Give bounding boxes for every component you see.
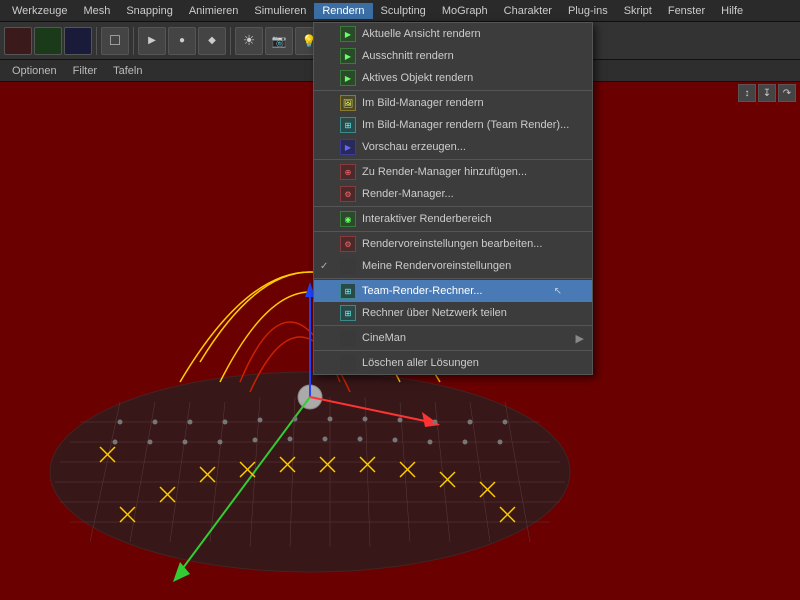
dropdown-icon-ausschnitt: ▶ bbox=[340, 48, 356, 64]
play-button[interactable]: ▶ bbox=[138, 27, 166, 55]
dropdown-item-ausschnitt[interactable]: ▶ Ausschnitt rendern bbox=[314, 45, 592, 67]
viewport-move-ctrl[interactable]: ↕ bbox=[738, 84, 756, 102]
toolbar-sep-3 bbox=[230, 27, 231, 55]
dropdown-icon-bild-manager: 🖼 bbox=[340, 95, 356, 111]
dropdown-submenu-arrow-cineman: ▶ bbox=[576, 332, 584, 345]
dropdown-icon-aktuelle-ansicht: ▶ bbox=[340, 26, 356, 42]
dropdown-item-team-render-bild[interactable]: ⊞ Im Bild-Manager rendern (Team Render)..… bbox=[314, 114, 592, 136]
axis-z-button[interactable] bbox=[64, 27, 92, 55]
dropdown-label-meine-render: Meine Rendervoreinstellungen bbox=[362, 260, 584, 272]
dropdown-label-render-manager: Render-Manager... bbox=[362, 188, 584, 200]
dropdown-check-meine-render: ✓ bbox=[320, 261, 334, 272]
menu-item-snapping[interactable]: Snapping bbox=[118, 3, 181, 19]
dropdown-sep-3 bbox=[314, 90, 592, 91]
render-btn[interactable]: ☀ bbox=[235, 27, 263, 55]
menu-bar: WerkzeugeMeshSnappingAnimierenSimulieren… bbox=[0, 0, 800, 22]
dropdown-icon-rechner-netzwerk: ⊞ bbox=[340, 305, 356, 321]
dropdown-item-render-manager[interactable]: ⚙ Render-Manager... bbox=[314, 183, 592, 205]
dropdown-label-rendervoreinstellungen: Rendervoreinstellungen bearbeiten... bbox=[362, 238, 584, 250]
dropdown-item-zu-render-manager[interactable]: ⊕ Zu Render-Manager hinzufügen... bbox=[314, 161, 592, 183]
dropdown-item-interaktiver[interactable]: ◉ Interaktiver Renderbereich bbox=[314, 208, 592, 230]
menu-item-charakter[interactable]: Charakter bbox=[496, 3, 560, 19]
menu-item-skript[interactable]: Skript bbox=[616, 3, 660, 19]
record-button[interactable]: ● bbox=[168, 27, 196, 55]
toolbar2-item-filter[interactable]: Filter bbox=[65, 63, 105, 79]
dropdown-sep-20 bbox=[314, 350, 592, 351]
dropdown-icon-aktives-objekt: ▶ bbox=[340, 70, 356, 86]
menu-item-mograph[interactable]: MoGraph bbox=[434, 3, 496, 19]
dropdown-label-zu-render-manager: Zu Render-Manager hinzufügen... bbox=[362, 166, 584, 178]
menu-item-mesh[interactable]: Mesh bbox=[75, 3, 118, 19]
dropdown-sep-12 bbox=[314, 231, 592, 232]
dropdown-sep-10 bbox=[314, 206, 592, 207]
dropdown-label-loeschen: Löschen aller Lösungen bbox=[362, 357, 584, 369]
dropdown-item-team-render-rechner[interactable]: ⊞ Team-Render-Rechner...↖ bbox=[314, 280, 592, 302]
menu-item-fenster[interactable]: Fenster bbox=[660, 3, 713, 19]
dropdown-icon-loeschen bbox=[340, 355, 356, 371]
toolbar-sep-1 bbox=[96, 27, 97, 55]
menu-item-hilfe[interactable]: Hilfe bbox=[713, 3, 751, 19]
menu-item-simulieren[interactable]: Simulieren bbox=[246, 3, 314, 19]
menu-item-rendern[interactable]: Rendern bbox=[314, 3, 372, 19]
dropdown-item-rechner-netzwerk[interactable]: ⊞ Rechner über Netzwerk teilen bbox=[314, 302, 592, 324]
dropdown-icon-cineman bbox=[340, 330, 356, 346]
dropdown-icon-interaktiver: ◉ bbox=[340, 211, 356, 227]
dropdown-label-aktives-objekt: Aktives Objekt rendern bbox=[362, 72, 584, 84]
axis-x-button[interactable] bbox=[4, 27, 32, 55]
object-button[interactable]: □ bbox=[101, 27, 129, 55]
menu-item-sculpting[interactable]: Sculpting bbox=[373, 3, 434, 19]
dropdown-icon-vorschau: ▶ bbox=[340, 139, 356, 155]
dropdown-icon-team-render-bild: ⊞ bbox=[340, 117, 356, 133]
dropdown-item-aktives-objekt[interactable]: ▶ Aktives Objekt rendern bbox=[314, 67, 592, 89]
camera-btn[interactable]: 📷 bbox=[265, 27, 293, 55]
dropdown-icon-team-render-rechner: ⊞ bbox=[340, 283, 356, 299]
dropdown-label-interaktiver: Interaktiver Renderbereich bbox=[362, 213, 584, 225]
menu-item-plugins[interactable]: Plug-ins bbox=[560, 3, 616, 19]
viewport-zoom-ctrl[interactable]: ↧ bbox=[758, 84, 776, 102]
dropdown-label-bild-manager: Im Bild-Manager rendern bbox=[362, 97, 584, 109]
keyframe-button[interactable]: ◆ bbox=[198, 27, 226, 55]
viewport-rotate-ctrl[interactable]: ↷ bbox=[778, 84, 796, 102]
cursor-indicator: ↖ bbox=[554, 286, 562, 297]
menu-item-werkzeuge[interactable]: Werkzeuge bbox=[4, 3, 75, 19]
dropdown-sep-7 bbox=[314, 159, 592, 160]
dropdown-icon-meine-render bbox=[340, 258, 356, 274]
dropdown-item-rendervoreinstellungen[interactable]: ⚙ Rendervoreinstellungen bearbeiten... bbox=[314, 233, 592, 255]
menu-item-animieren[interactable]: Animieren bbox=[181, 3, 247, 19]
axis-y-button[interactable] bbox=[34, 27, 62, 55]
dropdown-icon-zu-render-manager: ⊕ bbox=[340, 164, 356, 180]
dropdown-item-aktuelle-ansicht[interactable]: ▶ Aktuelle Ansicht rendern bbox=[314, 23, 592, 45]
dropdown-sep-15 bbox=[314, 278, 592, 279]
dropdown-icon-rendervoreinstellungen: ⚙ bbox=[340, 236, 356, 252]
toolbar2-item-optionen[interactable]: Optionen bbox=[4, 63, 65, 79]
dropdown-menu: ▶ Aktuelle Ansicht rendern ▶ Ausschnitt ren… bbox=[313, 22, 593, 375]
dropdown-item-cineman[interactable]: CineMan ▶ bbox=[314, 327, 592, 349]
dropdown-label-vorschau: Vorschau erzeugen... bbox=[362, 141, 584, 153]
dropdown-item-loeschen[interactable]: Löschen aller Lösungen bbox=[314, 352, 592, 374]
dropdown-label-aktuelle-ansicht: Aktuelle Ansicht rendern bbox=[362, 28, 584, 40]
dropdown-item-bild-manager[interactable]: 🖼 Im Bild-Manager rendern bbox=[314, 92, 592, 114]
dropdown-icon-render-manager: ⚙ bbox=[340, 186, 356, 202]
dropdown-label-ausschnitt: Ausschnitt rendern bbox=[362, 50, 584, 62]
viewport-controls: ↕ ↧ ↷ bbox=[738, 84, 796, 102]
toolbar-sep-2 bbox=[133, 27, 134, 55]
dropdown-label-team-render-bild: Im Bild-Manager rendern (Team Render)... bbox=[362, 119, 584, 131]
dropdown-label-team-render-rechner: Team-Render-Rechner... bbox=[362, 285, 584, 297]
dropdown-label-cineman: CineMan bbox=[362, 332, 570, 344]
dropdown-label-rechner-netzwerk: Rechner über Netzwerk teilen bbox=[362, 307, 584, 319]
dropdown-item-meine-render[interactable]: ✓ Meine Rendervoreinstellungen bbox=[314, 255, 592, 277]
toolbar2-item-tafeln[interactable]: Tafeln bbox=[105, 63, 150, 79]
dropdown-item-vorschau[interactable]: ▶ Vorschau erzeugen... bbox=[314, 136, 592, 158]
dropdown-sep-18 bbox=[314, 325, 592, 326]
